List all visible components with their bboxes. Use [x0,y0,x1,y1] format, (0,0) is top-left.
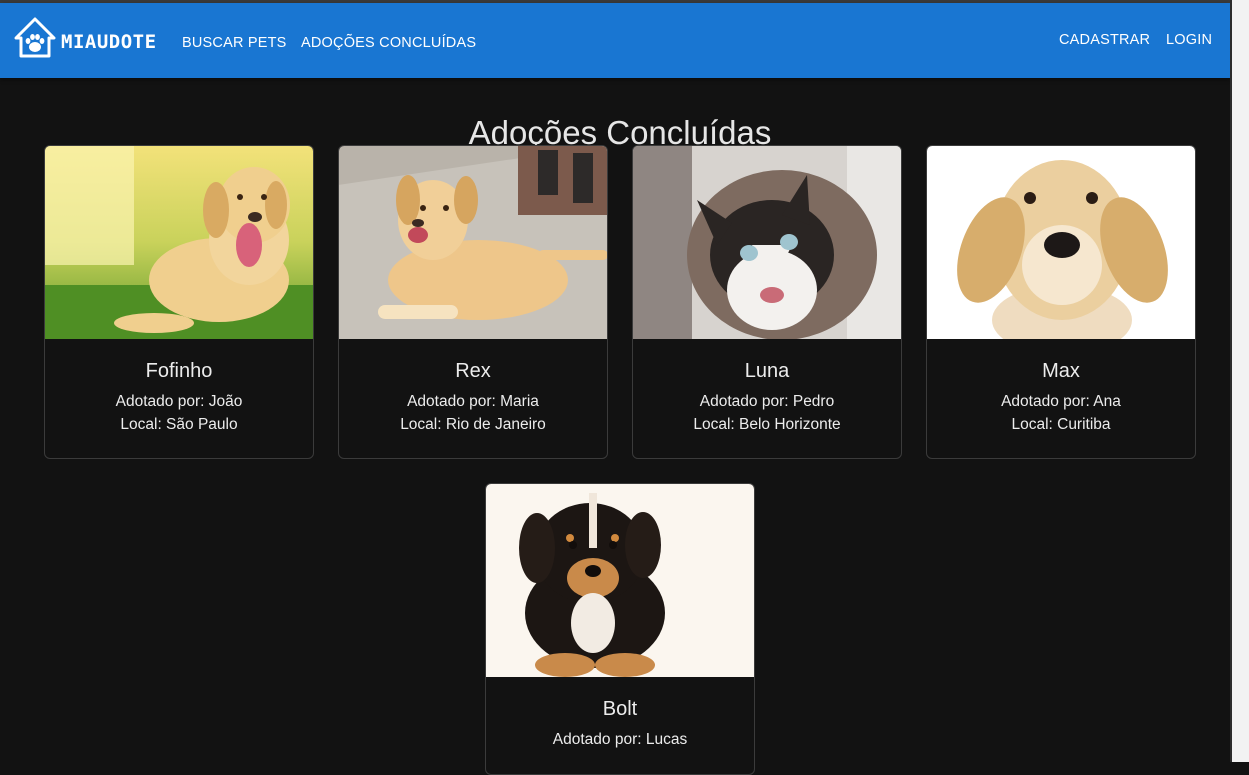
brand-name[interactable]: MIAUDOTE [61,31,157,53]
pet-photo-fofinho [45,146,313,339]
pet-name: Bolt [602,698,638,720]
location-text: Local: Belo Horizonte [693,416,841,433]
nav-cadastrar[interactable]: CADASTRAR [1059,32,1150,48]
adoption-card: Bolt Adotado por: Lucas [485,483,755,775]
adopter-text: Adotado por: Lucas [552,731,688,748]
pet-name: Rex [455,360,491,382]
location-text: Local: São Paulo [120,416,238,433]
pet-photo-bolt [486,484,754,677]
pet-photo-max [927,146,1195,339]
adopter-text: Adotado por: Pedro [699,393,835,410]
nav-login[interactable]: LOGIN [1166,32,1212,48]
paw-house-logo-icon[interactable] [14,17,56,59]
adoption-card: Rex Adotado por: Maria Local: Rio de Jan… [338,145,608,459]
window-right-border [1230,0,1232,762]
nav-buscar-pets[interactable]: BUSCAR PETS [182,35,287,51]
adoption-card: Luna Adotado por: Pedro Local: Belo Hori… [632,145,902,459]
adopter-text: Adotado por: Ana [1001,393,1121,410]
pet-photo-luna [633,146,901,339]
adopter-text: Adotado por: João [115,393,243,410]
adoption-card: Fofinho Adotado por: João Local: São Pau… [44,145,314,459]
location-text: Local: Rio de Janeiro [400,416,546,433]
nav-adocoes-concluidas[interactable]: ADOÇÕES CONCLUÍDAS [301,35,476,51]
location-text: Local: Curitiba [1011,416,1111,433]
window-right-edge [1230,0,1249,762]
pet-name: Max [1042,360,1080,382]
adopter-text: Adotado por: Maria [407,393,539,410]
pet-name: Fofinho [145,360,213,382]
adoption-card: Max Adotado por: Ana Local: Curitiba [926,145,1196,459]
pet-name: Luna [744,360,790,382]
pet-photo-rex [339,146,607,339]
